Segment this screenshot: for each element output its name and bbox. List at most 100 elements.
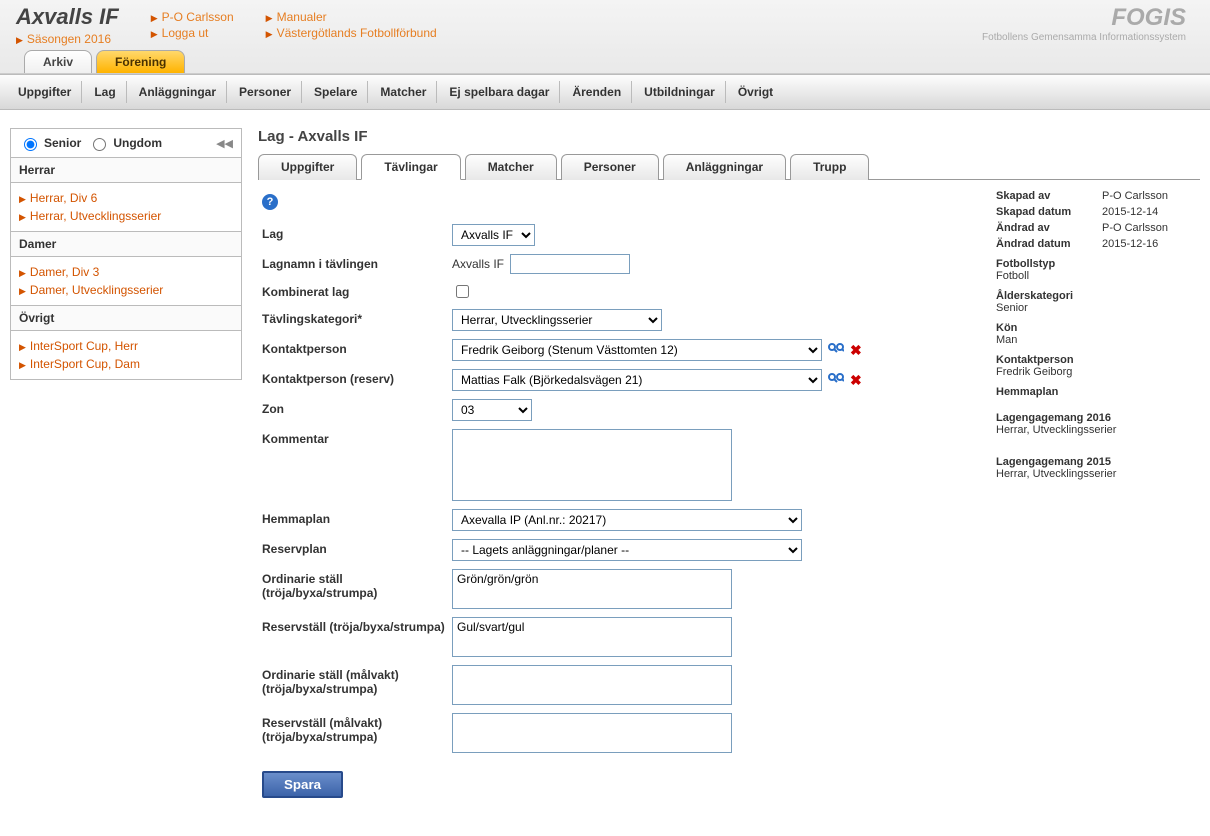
label-kontakt: Kontaktperson: [262, 339, 452, 356]
input-lagnamn[interactable]: [510, 254, 630, 274]
tab-forening[interactable]: Förening: [96, 50, 185, 73]
help-icon[interactable]: ?: [262, 194, 278, 210]
info-panel: Skapad av P-O Carlsson Skapad datum 2015-1…: [996, 190, 1196, 798]
checkbox-kombinerat[interactable]: [456, 285, 469, 298]
label-ord-stall-mv: Ordinarie ställ (målvakt) (tröja/byxa/st…: [262, 665, 452, 696]
sidebar-link-herrar-div6[interactable]: Herrar, Div 6: [19, 189, 233, 207]
label-lag: Lag: [262, 224, 452, 241]
nav-spelare[interactable]: Spelare: [304, 81, 368, 103]
chevron-left-icon[interactable]: ◀◀: [216, 137, 233, 150]
select-reservplan[interactable]: -- Lagets anläggningar/planer --: [452, 539, 802, 561]
subtabs: Uppgifter Tävlingar Matcher Personer Anl…: [258, 153, 1200, 180]
nav-anlaggningar[interactable]: Anläggningar: [129, 81, 227, 103]
info-alderskat-k: Ålderskategori: [996, 290, 1196, 302]
sidebar-damer-header: Damer: [11, 232, 241, 257]
radio-ungdom-label: Ungdom: [113, 136, 162, 150]
info-kon-v: Man: [996, 334, 1196, 346]
clear-icon[interactable]: ✖: [850, 342, 862, 359]
lagnamn-static: Axvalls IF: [452, 257, 504, 271]
brand: FOGIS Fotbollens Gemensamma Informations…: [982, 4, 1186, 43]
header-link-user[interactable]: P-O Carlsson: [151, 10, 234, 24]
header-link-forbund[interactable]: Västergötlands Fotbollförbund: [266, 26, 437, 40]
header-link-season[interactable]: Säsongen 2016: [16, 32, 119, 46]
textarea-ord-stall[interactable]: Grön/grön/grön: [452, 569, 732, 609]
nav-ovrigt[interactable]: Övrigt: [728, 81, 783, 103]
sidebar-link-damer-div3[interactable]: Damer, Div 3: [19, 263, 233, 281]
radio-senior[interactable]: [24, 138, 37, 151]
info-lageng2015-v: Herrar, Utvecklingsserier: [996, 468, 1196, 480]
label-zon: Zon: [262, 399, 452, 416]
radio-senior-label: Senior: [44, 136, 81, 150]
sidebar-link-herrar-utv[interactable]: Herrar, Utvecklingsserier: [19, 207, 233, 225]
info-kontakt-k: Kontaktperson: [996, 354, 1196, 366]
radio-ungdom[interactable]: [93, 138, 106, 151]
sidebar: Senior Ungdom ◀◀ Herrar Herrar, Div 6 He…: [10, 128, 242, 802]
subtab-matcher[interactable]: Matcher: [465, 154, 557, 180]
select-kontakt[interactable]: Fredrik Geiborg (Stenum Västtomten 12): [452, 339, 822, 361]
nav-ej-spelbara[interactable]: Ej spelbara dagar: [439, 81, 560, 103]
textarea-ord-stall-mv[interactable]: [452, 665, 732, 705]
info-lageng2016-k: Lagengagemang 2016: [996, 412, 1196, 424]
brand-subtitle: Fotbollens Gemensamma Informationssystem: [982, 32, 1186, 43]
textarea-reservstall-mv[interactable]: [452, 713, 732, 753]
info-kon-k: Kön: [996, 322, 1196, 334]
sidebar-herrar-header: Herrar: [11, 158, 241, 183]
info-skapad-av-v: P-O Carlsson: [1102, 190, 1168, 202]
select-lag[interactable]: Axvalls IF: [452, 224, 535, 246]
select-tavlingskat[interactable]: Herrar, Utvecklingsserier: [452, 309, 662, 331]
subtab-tavlingar[interactable]: Tävlingar: [361, 154, 460, 180]
sidebar-link-damer-utv[interactable]: Damer, Utvecklingsserier: [19, 281, 233, 299]
label-hemmaplan: Hemmaplan: [262, 509, 452, 526]
label-kombinerat: Kombinerat lag: [262, 282, 452, 299]
form: ? Lag Axvalls IF Lagnamn i tävlingen Axv…: [262, 190, 972, 798]
page-title: Lag - Axvalls IF: [258, 128, 1200, 145]
textarea-reservstall[interactable]: Gul/svart/gul: [452, 617, 732, 657]
info-andrad-datum-k: Ändrad datum: [996, 238, 1096, 250]
navbar: Uppgifter Lag Anläggningar Personer Spel…: [0, 74, 1210, 110]
header-link-logout[interactable]: Logga ut: [151, 26, 234, 40]
info-fotbollstyp-k: Fotbollstyp: [996, 258, 1196, 270]
nav-personer[interactable]: Personer: [229, 81, 302, 103]
sidebar-link-intersport-herr[interactable]: InterSport Cup, Herr: [19, 337, 233, 355]
label-reservstall: Reservställ (tröja/byxa/strumpa): [262, 617, 452, 634]
info-skapad-av-k: Skapad av: [996, 190, 1096, 202]
sidebar-link-intersport-dam[interactable]: InterSport Cup, Dam: [19, 355, 233, 373]
label-tavlingskat: Tävlingskategori*: [262, 309, 452, 326]
info-skapad-datum-k: Skapad datum: [996, 206, 1096, 218]
label-ord-stall: Ordinarie ställ (tröja/byxa/strumpa): [262, 569, 452, 600]
nav-lag[interactable]: Lag: [84, 81, 126, 103]
nav-utbildningar[interactable]: Utbildningar: [634, 81, 726, 103]
select-zon[interactable]: 03: [452, 399, 532, 421]
subtab-anlaggningar[interactable]: Anläggningar: [663, 154, 786, 180]
nav-matcher[interactable]: Matcher: [370, 81, 437, 103]
sidebar-radio-row: Senior Ungdom ◀◀: [11, 129, 241, 158]
search-icon[interactable]: [828, 372, 844, 389]
subtab-uppgifter[interactable]: Uppgifter: [258, 154, 357, 180]
save-button[interactable]: Spara: [262, 771, 343, 798]
info-lageng2016-v: Herrar, Utvecklingsserier: [996, 424, 1196, 436]
search-icon[interactable]: [828, 342, 844, 359]
select-hemmaplan[interactable]: Axevalla IP (Anl.nr.: 20217): [452, 509, 802, 531]
subtab-personer[interactable]: Personer: [561, 154, 659, 180]
info-kontakt-v: Fredrik Geiborg: [996, 366, 1196, 378]
main-panel: Lag - Axvalls IF Uppgifter Tävlingar Mat…: [258, 128, 1200, 802]
info-andrad-datum-v: 2015-12-16: [1102, 238, 1158, 250]
info-andrad-av-v: P-O Carlsson: [1102, 222, 1168, 234]
clear-icon[interactable]: ✖: [850, 372, 862, 389]
textarea-kommentar[interactable]: [452, 429, 732, 501]
label-kommentar: Kommentar: [262, 429, 452, 446]
label-reservplan: Reservplan: [262, 539, 452, 556]
content: Senior Ungdom ◀◀ Herrar Herrar, Div 6 He…: [0, 110, 1210, 812]
label-lagnamn: Lagnamn i tävlingen: [262, 254, 452, 271]
nav-uppgifter[interactable]: Uppgifter: [8, 81, 82, 103]
info-andrad-av-k: Ändrad av: [996, 222, 1096, 234]
brand-title: FOGIS: [982, 4, 1186, 32]
nav-arenden[interactable]: Ärenden: [562, 81, 632, 103]
subtab-trupp[interactable]: Trupp: [790, 154, 869, 180]
app-title: Axvalls IF: [16, 4, 119, 30]
header-link-manualer[interactable]: Manualer: [266, 10, 437, 24]
label-kontakt-reserv: Kontaktperson (reserv): [262, 369, 452, 386]
tab-arkiv[interactable]: Arkiv: [24, 50, 92, 73]
info-fotbollstyp-v: Fotboll: [996, 270, 1196, 282]
select-kontakt-reserv[interactable]: Mattias Falk (Björkedalsvägen 21): [452, 369, 822, 391]
